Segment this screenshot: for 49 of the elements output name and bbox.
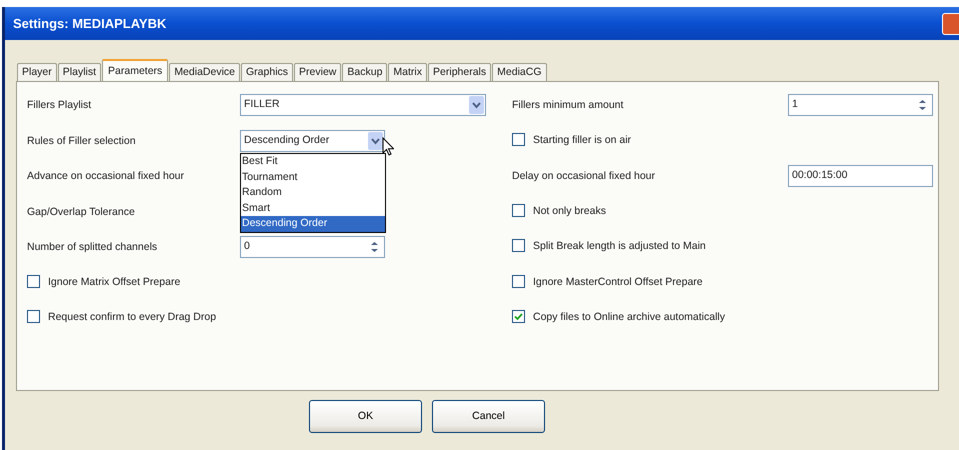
window-title: Settings: MEDIAPLAYBK bbox=[12, 14, 166, 33]
checkbox-label: Copy files to Online archive automatically bbox=[533, 310, 726, 325]
tab[interactable]: Graphics bbox=[241, 63, 294, 81]
close-button[interactable] bbox=[942, 12, 959, 34]
dropdown-option[interactable]: Random bbox=[241, 185, 385, 200]
field-label: Fillers Playlist bbox=[27, 98, 92, 113]
checkbox[interactable] bbox=[512, 132, 525, 146]
dropdown-value: FILLER bbox=[244, 97, 280, 112]
field-label: Number of splitted channels bbox=[27, 240, 158, 255]
field-value: 00:00:15:00 bbox=[792, 168, 848, 184]
text-field[interactable]: 00:00:15:00 bbox=[788, 165, 933, 187]
field-value: 1 bbox=[792, 97, 798, 112]
tab[interactable]: Backup bbox=[342, 63, 388, 81]
dropdown-option[interactable]: Smart bbox=[241, 200, 385, 216]
field-label: Gap/Overlap Tolerance bbox=[27, 204, 136, 220]
checkbox-label: Split Break length is adjusted to Main bbox=[533, 239, 706, 254]
dropdown[interactable]: FILLER bbox=[240, 94, 486, 116]
dropdown-option[interactable]: Descending Order bbox=[241, 216, 385, 232]
dropdown-option[interactable]: Tournament bbox=[241, 170, 385, 185]
checkbox-label: Request confirm to every Drag Drop bbox=[48, 310, 216, 325]
dropdown-value: Descending Order bbox=[244, 132, 330, 148]
field-label: Fillers minimum amount bbox=[512, 98, 624, 113]
cancel-button[interactable]: Cancel bbox=[432, 400, 545, 433]
checkbox-label: Starting filler is on air bbox=[533, 132, 632, 148]
checkbox[interactable] bbox=[27, 274, 40, 288]
dropdown-option[interactable]: Best Fit bbox=[241, 154, 385, 170]
tab[interactable]: Peripherals bbox=[428, 63, 492, 81]
tab[interactable]: Player bbox=[17, 63, 57, 81]
tab[interactable]: Parameters bbox=[102, 59, 168, 82]
checkbox-label: Not only breaks bbox=[533, 204, 606, 218]
tab[interactable]: MediaCG bbox=[492, 63, 546, 81]
tab[interactable]: MediaDevice bbox=[169, 63, 240, 81]
checkbox-label: Ignore Matrix Offset Prepare bbox=[48, 274, 180, 290]
tab[interactable]: Preview bbox=[294, 63, 342, 81]
checkbox[interactable] bbox=[512, 310, 525, 323]
ok-button[interactable]: OK bbox=[309, 400, 422, 433]
checkbox-label: Ignore MasterControl Offset Prepare bbox=[533, 274, 703, 290]
checkbox[interactable] bbox=[27, 310, 40, 323]
spin-field[interactable]: 0 bbox=[240, 236, 385, 258]
field-label: Rules of Filler selection bbox=[27, 134, 137, 148]
field-label: Delay on occasional fixed hour bbox=[512, 169, 656, 184]
tab[interactable]: Matrix bbox=[388, 63, 428, 81]
spin-field[interactable]: 1 bbox=[788, 94, 933, 116]
tab[interactable]: Playlist bbox=[58, 63, 102, 81]
field-label: Advance on occasional fixed hour bbox=[27, 169, 186, 184]
checkbox[interactable] bbox=[512, 204, 525, 216]
checkbox[interactable] bbox=[512, 239, 525, 252]
field-value: 0 bbox=[244, 239, 250, 254]
checkbox[interactable] bbox=[512, 274, 525, 288]
